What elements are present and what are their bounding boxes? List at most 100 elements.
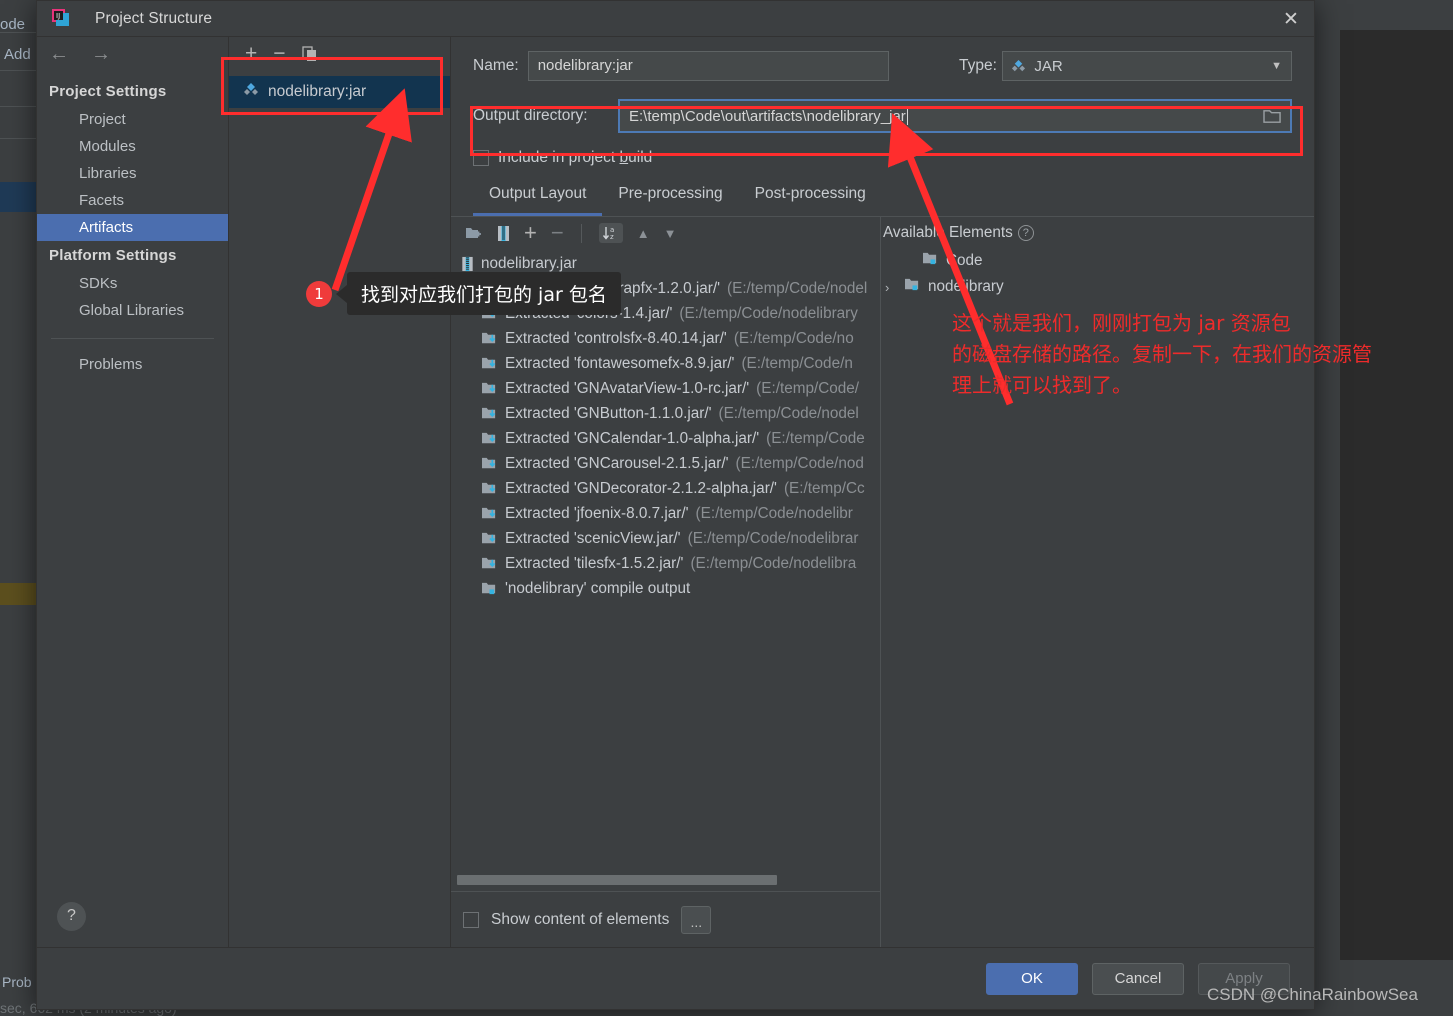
output-directory-input[interactable]: E:\temp\Code\out\artifacts\nodelibrary_j… — [618, 99, 1292, 133]
back-arrow-icon[interactable]: ← — [49, 44, 69, 64]
sidebar-item-facets[interactable]: Facets — [37, 187, 228, 214]
tree-node-path: (E:/temp/Cc — [783, 479, 865, 497]
tree-node-path: (E:/temp/Code/nodelibra — [690, 554, 857, 572]
jar-type-icon — [1011, 59, 1026, 74]
editor-tabs: Output Layout Pre-processing Post-proces… — [451, 167, 1314, 216]
tab-pre-processing[interactable]: Pre-processing — [602, 183, 738, 216]
scrollbar-thumb[interactable] — [457, 875, 777, 885]
sidebar-item-libraries[interactable]: Libraries — [37, 160, 228, 187]
extracted-icon — [481, 356, 498, 371]
tab-output-layout[interactable]: Output Layout — [473, 183, 603, 216]
jar-icon[interactable] — [497, 225, 510, 242]
folder-add-icon[interactable] — [465, 225, 483, 241]
extracted-icon — [481, 456, 498, 471]
close-icon[interactable]: ✕ — [1268, 1, 1314, 37]
available-item-code[interactable]: Code — [881, 248, 1314, 274]
extracted-icon — [481, 431, 498, 446]
tree-node[interactable]: nodelibrary.jar — [451, 251, 880, 276]
move-up-button[interactable]: ▲ — [637, 226, 650, 241]
divider — [0, 138, 36, 139]
add-element-button[interactable]: + — [524, 220, 537, 246]
artifacts-list: nodelibrary:jar — [229, 71, 450, 947]
folder-open-icon[interactable] — [1263, 108, 1282, 129]
name-label: Name: — [473, 57, 519, 74]
settings-sidebar: ← → Project Settings Project Modules Lib… — [37, 37, 229, 947]
question-mark-icon[interactable]: ? — [1017, 225, 1034, 241]
tree-node-path: (E:/temp/Code/ — [756, 379, 860, 397]
available-item-nodelibrary[interactable]: › nodelibrary — [881, 274, 1314, 300]
name-type-row: Name: nodelibrary:jar Type: JAR ▼ — [451, 37, 1314, 81]
ok-button[interactable]: OK — [986, 962, 1078, 995]
name-input[interactable]: nodelibrary:jar — [527, 51, 890, 81]
sidebar-list: Project Settings Project Modules Librari… — [37, 71, 228, 378]
artifact-item-label: nodelibrary:jar — [268, 83, 367, 100]
artifact-item-nodelibrary-jar[interactable]: nodelibrary:jar — [229, 76, 450, 108]
tree-node-path: (E:/temp/Code/nodelibr — [695, 504, 853, 522]
sort-az-icon[interactable]: a z — [598, 223, 623, 243]
tree-node-path: (E:/temp/Code — [766, 429, 865, 447]
svg-text:IJ: IJ — [56, 12, 60, 20]
extracted-icon — [481, 406, 498, 421]
divider — [0, 70, 36, 71]
dialog-titlebar: IJ Project Structure ✕ — [37, 1, 1314, 37]
tab-post-processing[interactable]: Post-processing — [739, 183, 882, 216]
sidebar-item-problems[interactable]: Problems — [37, 351, 228, 378]
sidebar-group-project-settings: Project Settings — [49, 83, 167, 100]
more-options-button[interactable]: ... — [681, 905, 712, 934]
tree-node-label: Extracted 'GNCalendar-1.0-alpha.jar/' — [505, 429, 760, 447]
tree-node[interactable]: Extracted 'bootstrapfx-1.2.0.jar/' (E:/te… — [451, 276, 880, 301]
tree-node[interactable]: Extracted 'controlsfx-8.40.14.jar/' (E:/t… — [451, 326, 880, 351]
warning-row — [0, 583, 36, 605]
add-artifact-button[interactable]: + — [245, 42, 257, 66]
sidebar-item-modules[interactable]: Modules — [37, 133, 228, 160]
output-tree-panel: + − a z ▲ ▼ nodelibrary.jar Extracted 'b… — [451, 217, 880, 947]
output-layout-tree: nodelibrary.jar Extracted 'bootstrapfx-1… — [451, 249, 880, 869]
extracted-icon — [481, 331, 498, 346]
sidebar-group-platform-settings: Platform Settings — [49, 247, 177, 264]
move-down-button[interactable]: ▼ — [664, 226, 677, 241]
tree-node[interactable]: Extracted 'tilesfx-1.5.2.jar/' (E:/temp/C… — [451, 551, 880, 576]
copy-artifact-icon[interactable] — [301, 46, 318, 62]
tree-node[interactable]: Extracted 'GNDecorator-2.1.2-alpha.jar/'… — [451, 476, 880, 501]
tree-node-label: 'nodelibrary' compile output — [505, 579, 691, 597]
sidebar-item-artifacts[interactable]: Artifacts — [37, 214, 228, 241]
apply-button[interactable]: Apply — [1198, 962, 1290, 995]
tree-node[interactable]: Extracted 'scenicView.jar/' (E:/temp/Code… — [451, 526, 880, 551]
tree-node-label: Extracted 'scenicView.jar/' — [505, 529, 681, 547]
tree-node[interactable]: Extracted 'colors-1.4.jar/' (E:/temp/Code… — [451, 301, 880, 326]
output-directory-row: Output directory: E:\temp\Code\out\artif… — [451, 99, 1314, 133]
highlighted-row — [0, 182, 36, 212]
intellij-idea-icon: IJ — [51, 8, 73, 30]
remove-artifact-button[interactable]: − — [273, 42, 285, 66]
extracted-icon — [481, 381, 498, 396]
tree-node[interactable]: Extracted 'jfoenix-8.0.7.jar/' (E:/temp/C… — [451, 501, 880, 526]
remove-element-button[interactable]: − — [551, 220, 564, 246]
tree-node[interactable]: Extracted 'GNCalendar-1.0-alpha.jar/' (E:… — [451, 426, 880, 451]
type-value: JAR — [1034, 57, 1063, 75]
tree-node[interactable]: Extracted 'GNAvatarView-1.0-rc.jar/' (E:/… — [451, 376, 880, 401]
type-dropdown[interactable]: JAR ▼ — [1002, 51, 1292, 81]
tree-node[interactable]: 'nodelibrary' compile output — [451, 576, 880, 601]
show-content-label: Show content of elements — [491, 910, 670, 928]
tree-node-path: (E:/temp/Code/nod — [735, 454, 864, 472]
show-content-checkbox[interactable] — [463, 911, 479, 928]
tree-node[interactable]: Extracted 'GNCarousel-2.1.5.jar/' (E:/tem… — [451, 451, 880, 476]
forward-arrow-icon[interactable]: → — [91, 44, 111, 64]
include-in-build-checkbox[interactable] — [473, 150, 489, 166]
output-directory-label: Output directory: — [473, 107, 588, 124]
tree-node-label: Extracted 'tilesfx-1.5.2.jar/' — [505, 554, 684, 572]
sidebar-item-sdks[interactable]: SDKs — [37, 270, 228, 297]
horizontal-scrollbar[interactable] — [451, 869, 880, 891]
jar-artifact-icon — [243, 82, 259, 103]
help-icon[interactable]: ? — [57, 901, 86, 931]
tree-node-label: nodelibrary.jar — [481, 254, 577, 272]
tree-node[interactable]: Extracted 'GNButton-1.1.0.jar/' (E:/temp/… — [451, 401, 880, 426]
scrollbar-track[interactable] — [457, 875, 874, 885]
include-in-build-row[interactable]: Include in project build — [451, 133, 1314, 167]
sidebar-item-project[interactable]: Project — [37, 106, 228, 133]
chevron-right-icon[interactable]: › — [885, 280, 897, 295]
bg-problems-label: Prob — [2, 974, 32, 990]
tree-node[interactable]: Extracted 'fontawesomefx-8.9.jar/' (E:/te… — [451, 351, 880, 376]
cancel-button[interactable]: Cancel — [1092, 962, 1184, 995]
sidebar-item-global-libraries[interactable]: Global Libraries — [37, 297, 228, 324]
